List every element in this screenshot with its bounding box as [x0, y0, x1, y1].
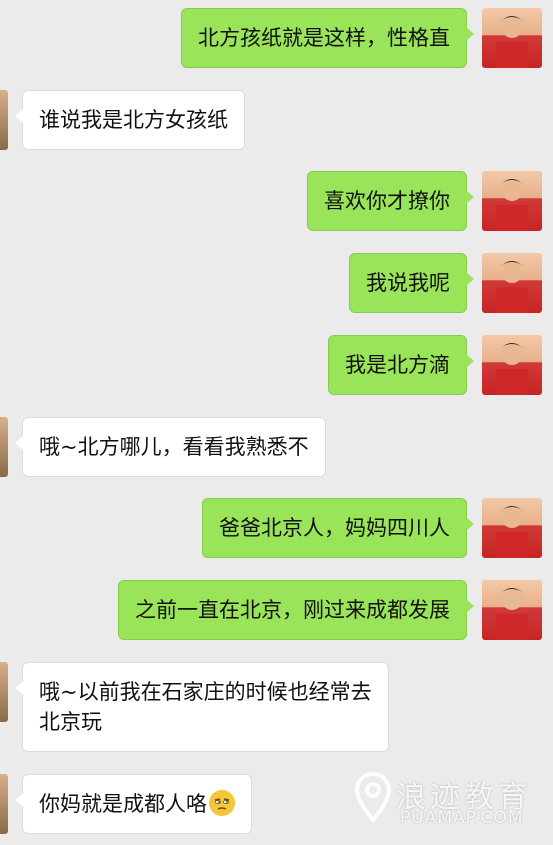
message-bubble-received[interactable]: 你妈就是成都人咯: [15, 774, 252, 834]
avatar[interactable]: [482, 171, 542, 231]
watermark-en: PUAMAP.COM: [400, 808, 524, 828]
message-bubble-sent[interactable]: 我是北方滴: [328, 335, 474, 395]
avatar[interactable]: [0, 417, 8, 477]
message-bubble-sent[interactable]: 我说我呢: [349, 253, 474, 313]
avatar[interactable]: [482, 335, 542, 395]
message-bubble-sent[interactable]: 喜欢你才撩你: [307, 171, 474, 231]
message-text: 谁说我是北方女孩纸: [39, 108, 228, 132]
skeptical-face-emoji: [209, 790, 235, 816]
avatar[interactable]: [0, 774, 8, 834]
map-pin-icon: [354, 772, 392, 824]
message-bubble-received[interactable]: 哦~以前我在石家庄的时候也经常去 北京玩: [15, 662, 389, 752]
message-bubble-sent[interactable]: 之前一直在北京，刚过来成都发展: [118, 580, 474, 640]
message-bubble-received[interactable]: 谁说我是北方女孩纸: [15, 90, 245, 150]
message-text: 我是北方滴: [345, 353, 450, 377]
message-text: 我说我呢: [366, 271, 450, 295]
avatar[interactable]: [482, 580, 542, 640]
avatar[interactable]: [482, 8, 542, 68]
message-bubble-received[interactable]: 哦~北方哪儿，看看我熟悉不: [15, 417, 326, 477]
message-text-line: 哦~以前我在石家庄的时候也经常去: [39, 680, 372, 704]
avatar[interactable]: [482, 253, 542, 313]
message-text: 北方孩纸就是这样，性格直: [198, 26, 450, 50]
message-text: 你妈就是成都人咯: [39, 792, 207, 816]
message-text-line: 北京玩: [39, 710, 102, 734]
watermark: 浪迹教育 PUAMAP.COM: [354, 770, 544, 834]
message-text: 哦~北方哪儿，看看我熟悉不: [39, 435, 309, 459]
avatar[interactable]: [482, 498, 542, 558]
message-bubble-sent[interactable]: 北方孩纸就是这样，性格直: [181, 8, 474, 68]
avatar[interactable]: [0, 662, 8, 722]
message-text: 爸爸北京人，妈妈四川人: [219, 516, 450, 540]
message-bubble-sent[interactable]: 爸爸北京人，妈妈四川人: [202, 498, 474, 558]
avatar[interactable]: [0, 90, 8, 150]
message-text: 喜欢你才撩你: [324, 189, 450, 213]
message-text: 之前一直在北京，刚过来成都发展: [135, 598, 450, 622]
